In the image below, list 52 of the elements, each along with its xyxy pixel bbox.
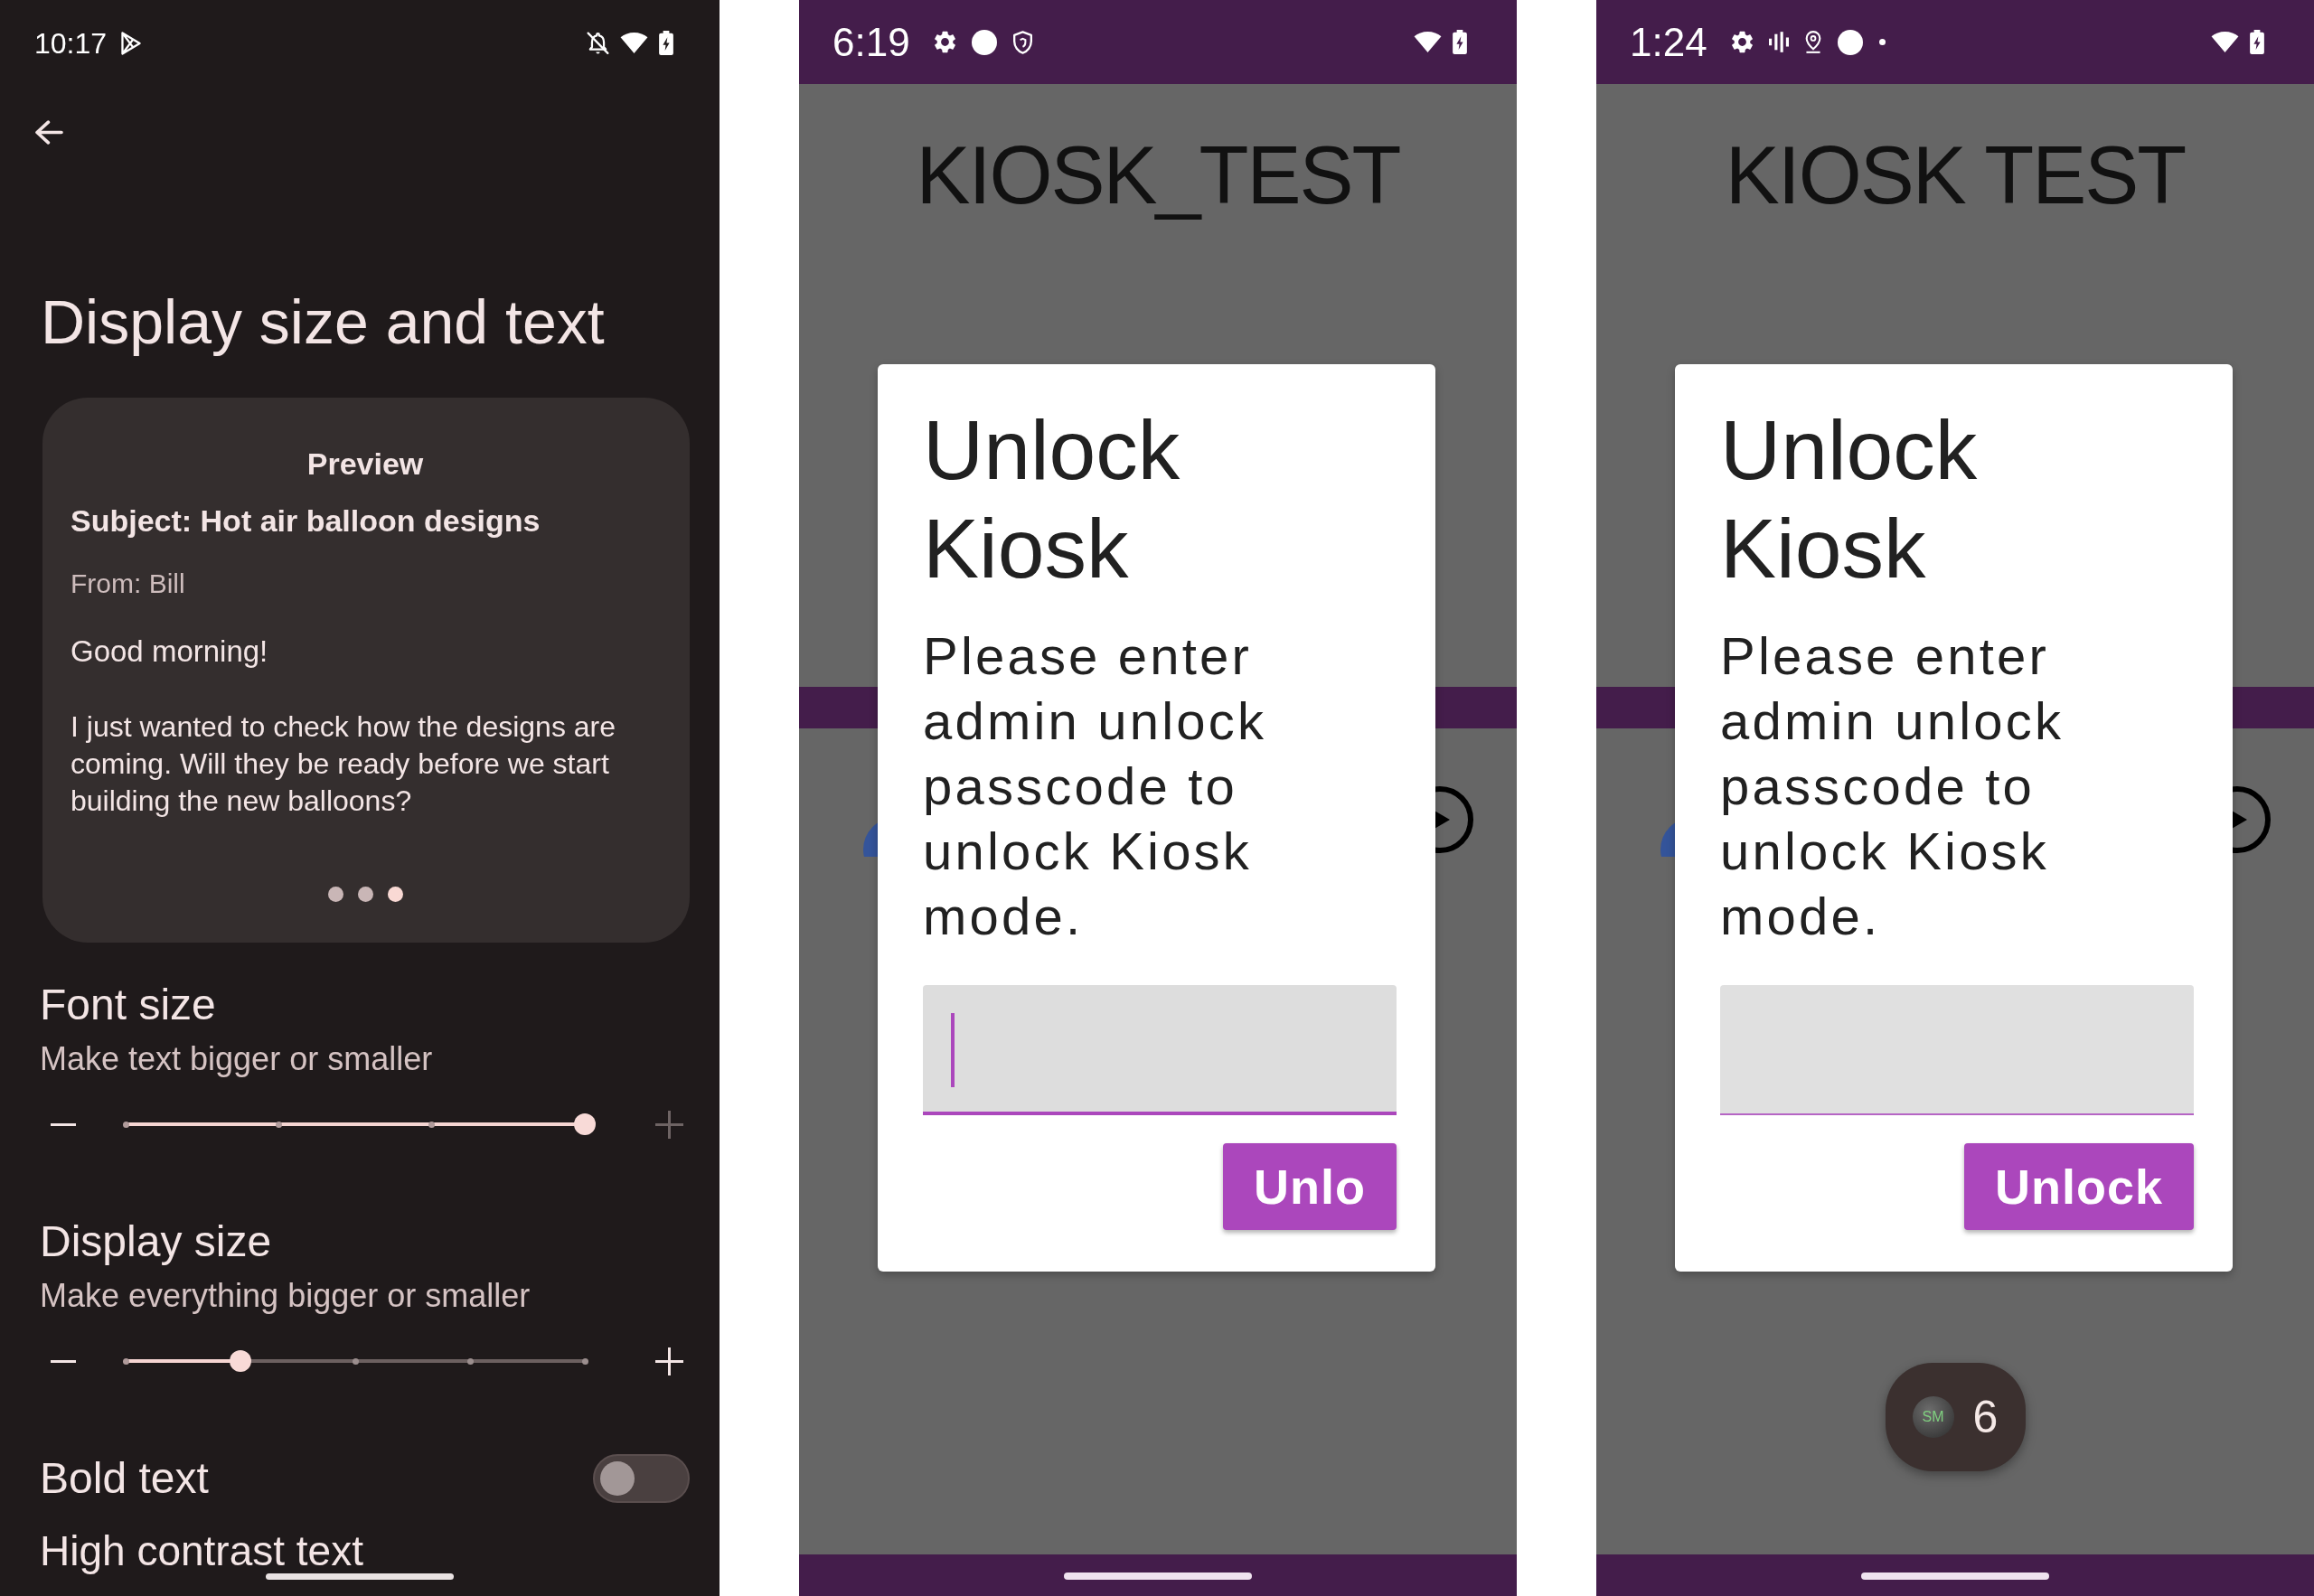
bubble-count: 6 xyxy=(1972,1394,1999,1440)
plus-icon xyxy=(654,1347,683,1375)
app-logo: SM xyxy=(1912,1396,1954,1438)
email-greeting: Good morning! xyxy=(71,634,268,670)
battery-charging-icon xyxy=(1453,30,1467,54)
bars-icon xyxy=(1768,32,1789,52)
wifi-icon xyxy=(1414,32,1442,52)
minus-icon xyxy=(51,1359,76,1363)
battery-charging-icon xyxy=(2250,30,2264,54)
setting-title: Bold text xyxy=(40,1454,209,1503)
dialog-title: Unlock Kiosk xyxy=(1720,402,1979,597)
dialog-message: Please enter admin unlock passcode to unlock Kiosk mode. xyxy=(923,625,1268,947)
location-pin-icon xyxy=(1804,31,1821,53)
page-title: Display size and text xyxy=(41,286,605,358)
plus-icon xyxy=(654,1110,683,1139)
app-title: KIOSK TEST xyxy=(1725,135,2186,216)
battery-charging-icon xyxy=(659,31,673,55)
dialog-message: Please enter admin unlock passcode to unlock Kiosk mode. xyxy=(1720,625,2065,947)
setting-title: Font size xyxy=(40,981,216,1029)
status-time: 6:19 xyxy=(832,22,910,62)
setting-title: Display size xyxy=(40,1217,272,1266)
status-time: 1:24 xyxy=(1630,22,1707,62)
passcode-field[interactable] xyxy=(1720,985,2194,1115)
passcode-field[interactable] xyxy=(923,985,1397,1115)
email-subject: Subject: Hot air balloon designs xyxy=(71,502,541,540)
play-triangle-icon xyxy=(121,31,142,55)
bell-off-icon xyxy=(587,31,609,55)
toggle-switch[interactable] xyxy=(593,1454,690,1503)
dot-icon xyxy=(1837,29,1863,55)
wifi-icon xyxy=(620,33,648,53)
slider-thumb[interactable] xyxy=(574,1113,596,1135)
preview-heading: Preview xyxy=(306,446,424,483)
shield-icon xyxy=(1012,30,1032,54)
dot-icon xyxy=(971,29,997,55)
setting-summary: Make text bigger or smaller xyxy=(40,1040,433,1078)
back-button[interactable] xyxy=(35,120,63,145)
minus-icon xyxy=(51,1122,76,1126)
floating-bubble[interactable]: SM 6 xyxy=(1885,1363,2026,1471)
email-body: I just wanted to check how the designs are coming. Will they be ready before we start building the new balloons? xyxy=(71,709,616,819)
text-cursor-icon xyxy=(951,1013,955,1087)
small-dot-icon xyxy=(1878,39,1886,45)
unlock-button[interactable]: Unlock xyxy=(1963,1143,2194,1230)
setting-summary: Make everything bigger or smaller xyxy=(40,1277,531,1315)
wifi-icon xyxy=(2211,32,2239,52)
gear-icon xyxy=(1731,31,1753,53)
unlock-button[interactable]: Unlo xyxy=(1223,1143,1397,1230)
gear-icon xyxy=(934,31,955,53)
email-sender: From: Bill xyxy=(71,568,185,600)
dialog-title: Unlock Kiosk xyxy=(923,402,1181,597)
arrow-left-icon xyxy=(35,120,63,145)
slider-thumb[interactable] xyxy=(230,1350,251,1372)
status-time: 10:17 xyxy=(34,28,108,58)
